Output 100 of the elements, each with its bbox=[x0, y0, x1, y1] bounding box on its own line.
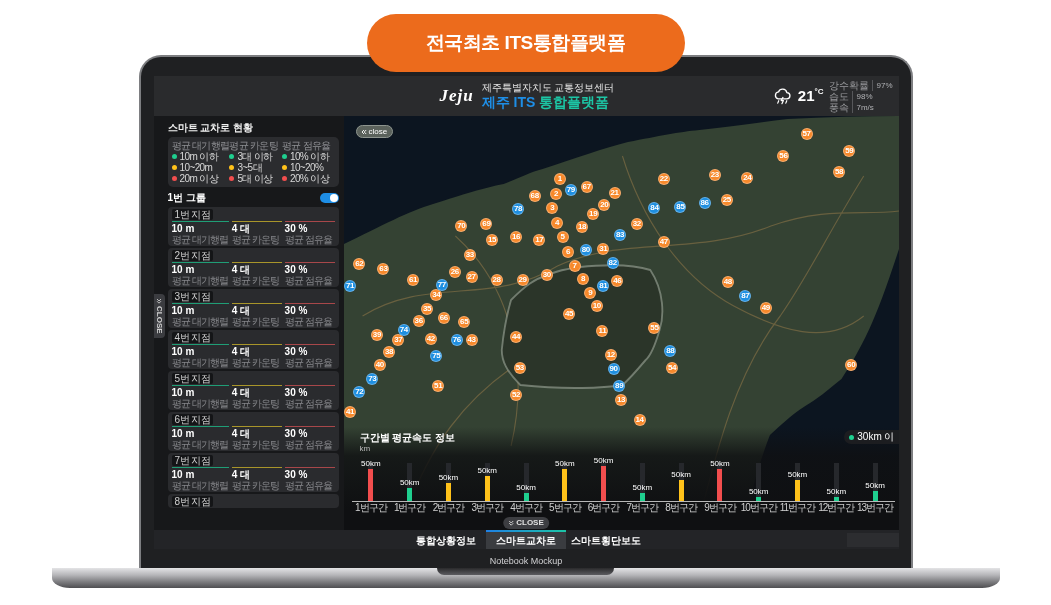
metric-caption: 평균 대기행렬 bbox=[171, 275, 229, 286]
headline-banner: 전국최초 ITS통합플랫폼 bbox=[366, 14, 685, 72]
bar-category: 11번구간 bbox=[778, 502, 817, 514]
metric-caption: 평균 카운팅 bbox=[231, 316, 280, 327]
metric-value: 10 m bbox=[171, 223, 195, 234]
chart-title: 구간별 평균속도 정보 bbox=[359, 431, 456, 444]
bar-value: 50km bbox=[516, 483, 536, 493]
metric-value: 4 대 bbox=[231, 346, 251, 357]
tab[interactable]: 스마트횡단보도 bbox=[566, 530, 646, 549]
bar-value: 50km bbox=[438, 473, 459, 483]
metric-caption: 평균 대기행렬 bbox=[171, 316, 229, 327]
temperature-reading: 21$^{°C}$ bbox=[797, 87, 824, 105]
double-chevron-left-icon bbox=[360, 128, 367, 135]
weather-label: 풍속 bbox=[829, 101, 854, 113]
legend-label: 10m 이하 bbox=[179, 151, 219, 162]
bar-value: 50km bbox=[826, 487, 847, 497]
metric-value: 10 m bbox=[171, 264, 195, 275]
weather-label: 강수확률 bbox=[829, 79, 874, 91]
bar-value: 50km bbox=[671, 470, 691, 480]
metric-value: 4 대 bbox=[231, 223, 251, 234]
metric-value: 4 대 bbox=[231, 469, 251, 480]
point-tag: 7번 지점 bbox=[171, 455, 214, 466]
bar-category: 5번구간 bbox=[548, 502, 583, 514]
sidebar-title: 스마트 교차로 현황 bbox=[167, 122, 255, 134]
axis-unit: km bbox=[359, 444, 371, 453]
point-tag: 8번 지점 bbox=[171, 496, 214, 507]
metric-value: 4 대 bbox=[231, 428, 251, 439]
metric-value: 30 % bbox=[284, 428, 308, 439]
double-chevron-icon bbox=[156, 298, 162, 304]
double-chevron-down-icon bbox=[508, 520, 515, 526]
metric-caption: 평균 점유율 bbox=[284, 357, 333, 368]
metric-caption: 평균 카운팅 bbox=[231, 439, 280, 450]
metric-value: 30 % bbox=[284, 264, 308, 275]
legend-heading: 평균 카운팅 bbox=[229, 140, 278, 151]
legend-label: 10~20m bbox=[179, 162, 213, 173]
metric-caption: 평균 점유율 bbox=[284, 234, 333, 245]
metric-value: 4 대 bbox=[231, 387, 251, 398]
bar-category: 1번구간 bbox=[354, 502, 389, 514]
tab[interactable]: 스마트교차로 bbox=[486, 530, 566, 549]
metric-value: 30 % bbox=[284, 469, 308, 480]
point-tag: 1번 지점 bbox=[171, 209, 214, 220]
metric-value: 10 m bbox=[171, 469, 195, 480]
bar-value: 50km bbox=[555, 458, 575, 468]
legend-heading: 평균 대기행렬 bbox=[171, 140, 230, 151]
metric-caption: 평균 카운팅 bbox=[231, 398, 280, 409]
metric-value: 10 m bbox=[171, 387, 195, 398]
weather-value: 7m/s bbox=[856, 101, 874, 113]
legend-heading: 평균 점유율 bbox=[281, 140, 331, 151]
bar-value: 50km bbox=[865, 481, 885, 491]
map-close-button[interactable]: close bbox=[355, 125, 394, 138]
legend-label: 30km 이 bbox=[857, 431, 895, 443]
bar-category: 4번구간 bbox=[509, 502, 544, 514]
legend-label: 5대 이상 bbox=[237, 173, 273, 184]
app-title: 제주 ITS 통합플랫폼 bbox=[481, 93, 611, 111]
bar-category: 8번구간 bbox=[664, 502, 699, 514]
bar-value: 50km bbox=[593, 455, 614, 465]
bar-value: 50km bbox=[399, 478, 420, 488]
metric-caption: 평균 점유율 bbox=[284, 275, 333, 286]
bar-category: 6번구간 bbox=[586, 502, 621, 514]
bar-value: 50km bbox=[477, 466, 497, 476]
metric-caption: 평균 카운팅 bbox=[231, 275, 280, 286]
metric-caption: 평균 대기행렬 bbox=[171, 398, 229, 409]
point-tag: 6번 지점 bbox=[171, 414, 214, 425]
bar-category: 2번구간 bbox=[431, 502, 466, 514]
metric-value: 10 m bbox=[171, 305, 195, 316]
tab[interactable]: 통합상황정보 bbox=[406, 530, 486, 549]
chart-close-button[interactable]: CLOSE bbox=[503, 517, 549, 529]
header-subtitle: 제주특별자치도 교통정보센터 bbox=[481, 81, 615, 94]
bar-category: 3번구간 bbox=[470, 502, 505, 514]
metric-value: 10 m bbox=[171, 346, 195, 357]
legend-label: 3~5대 bbox=[237, 162, 262, 173]
metric-caption: 평균 대기행렬 bbox=[171, 357, 229, 368]
point-tag: 2번 지점 bbox=[171, 250, 214, 261]
toggle-switch[interactable] bbox=[319, 192, 339, 203]
metric-value: 4 대 bbox=[231, 264, 251, 275]
metric-caption: 평균 대기행렬 bbox=[171, 480, 229, 491]
metric-value: 30 % bbox=[284, 305, 308, 316]
metric-caption: 평균 대기행렬 bbox=[171, 234, 229, 245]
sidebar-close-tab[interactable]: CLOSE bbox=[153, 294, 165, 338]
metric-value: 30 % bbox=[284, 346, 308, 357]
metric-caption: 평균 카운팅 bbox=[231, 480, 280, 491]
legend-label: 20% 이상 bbox=[289, 173, 330, 184]
cloud-lightning-icon bbox=[772, 87, 792, 105]
bar-value: 50km bbox=[632, 483, 653, 493]
weather-value: 97% bbox=[876, 79, 893, 91]
bar-category: 13번구간 bbox=[856, 502, 895, 514]
legend-label: 10% 이하 bbox=[289, 151, 330, 162]
legend-label: 3대 이하 bbox=[237, 151, 273, 162]
bar-category: 12번구간 bbox=[817, 502, 856, 514]
metric-caption: 평균 카운팅 bbox=[231, 357, 280, 368]
logo: Jeju bbox=[439, 86, 474, 106]
metric-caption: 평균 점유율 bbox=[284, 480, 333, 491]
device-label: Notebook Mockup bbox=[489, 555, 563, 568]
legend-label: 20m 이상 bbox=[179, 173, 219, 184]
metric-value: 30 % bbox=[284, 223, 308, 234]
weather-value: 98% bbox=[856, 91, 873, 102]
weather-label: 습도 bbox=[829, 90, 854, 102]
metric-caption: 평균 점유율 bbox=[284, 439, 333, 450]
metric-caption: 평균 점유율 bbox=[284, 398, 333, 409]
bar-category: 1번구간 bbox=[392, 502, 427, 514]
